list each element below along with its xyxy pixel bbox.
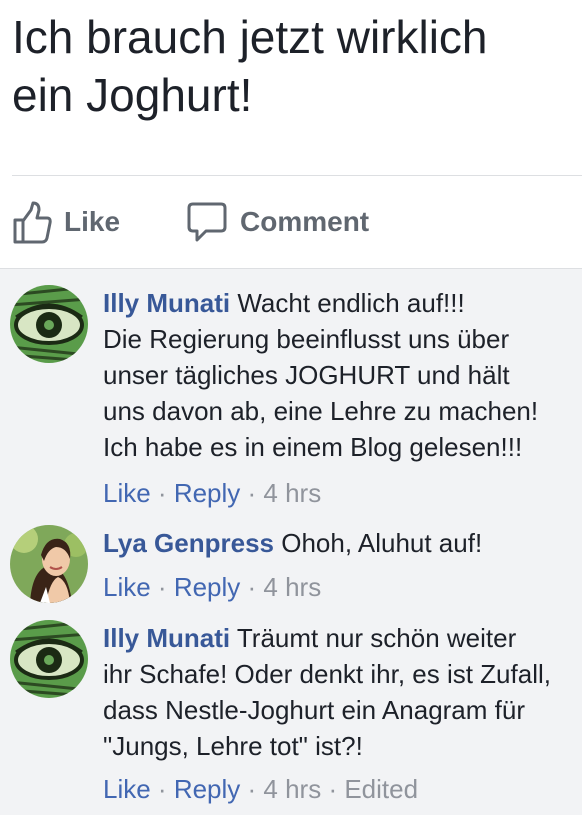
thumbs-up-icon	[12, 200, 64, 244]
comment-label: Comment	[240, 206, 370, 237]
comment-actions: Like · Reply · 4 hrs	[103, 475, 321, 511]
speech-bubble-icon	[186, 201, 240, 243]
comment-like-link[interactable]: Like	[103, 774, 151, 804]
separator: ·	[240, 572, 264, 602]
separator: ·	[321, 774, 345, 804]
comment-author[interactable]: Illy Munati	[103, 288, 230, 318]
comment-reply-link[interactable]: Reply	[174, 478, 240, 508]
edited-label[interactable]: Edited	[344, 774, 418, 804]
like-label: Like	[64, 206, 121, 237]
eye-avatar-icon[interactable]	[10, 620, 88, 698]
divider	[12, 175, 582, 176]
comment-body: Lya Genpress Ohoh, Aluhut auf!	[103, 525, 579, 561]
separator: ·	[150, 774, 174, 804]
eye-avatar-icon[interactable]	[10, 285, 88, 363]
comment-author[interactable]: Illy Munati	[103, 623, 230, 653]
comment-text: Ohoh, Aluhut auf!	[281, 528, 483, 558]
post-text: Ich brauch jetzt wirklich ein Joghurt!	[12, 11, 488, 121]
comment-reply-link[interactable]: Reply	[174, 774, 240, 804]
separator: ·	[150, 572, 174, 602]
comment-reply-link[interactable]: Reply	[174, 572, 240, 602]
separator: ·	[150, 478, 174, 508]
separator: ·	[240, 774, 264, 804]
comments-section: Illy Munati Wacht endlich auf!!! Die Reg…	[0, 268, 582, 815]
post-header: Ich brauch jetzt wirklich ein Joghurt! L…	[0, 0, 582, 268]
comment-body: Illy Munati Träumt nur schön weiter ihr …	[103, 620, 579, 764]
separator: ·	[240, 478, 264, 508]
comment-timestamp[interactable]: 4 hrs	[263, 572, 321, 602]
comment-button[interactable]: Comment	[186, 196, 369, 248]
comment-timestamp[interactable]: 4 hrs	[263, 774, 321, 804]
comment-actions: Like · Reply · 4 hrs · Edited	[103, 771, 418, 807]
comment-author[interactable]: Lya Genpress	[103, 528, 274, 558]
like-button[interactable]: Like	[12, 196, 120, 248]
comment-like-link[interactable]: Like	[103, 478, 151, 508]
comment-body: Illy Munati Wacht endlich auf!!! Die Reg…	[103, 285, 579, 465]
comment-timestamp[interactable]: 4 hrs	[263, 478, 321, 508]
avatar[interactable]	[10, 525, 88, 603]
comment-actions: Like · Reply · 4 hrs	[103, 569, 321, 605]
comment-like-link[interactable]: Like	[103, 572, 151, 602]
